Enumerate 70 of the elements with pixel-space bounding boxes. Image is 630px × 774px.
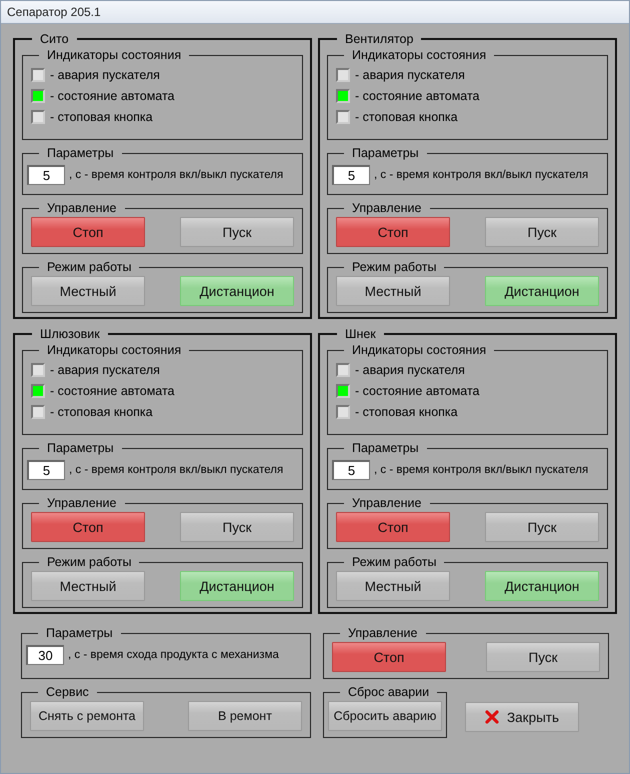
group-label: Параметры: [351, 441, 420, 455]
input-field[interactable]: 5: [332, 165, 370, 185]
group-label: Управление: [46, 496, 118, 510]
unit-title: Сито: [39, 32, 70, 46]
group-label: Сброс аварии: [347, 685, 430, 699]
unit-title: Шлюзовик: [39, 327, 101, 341]
indicator-label: - состояние автомата: [355, 384, 480, 398]
service-button[interactable]: В ремонт: [188, 701, 302, 731]
indicator-label: - состояние автомата: [355, 88, 480, 102]
group-label: Параметры: [351, 146, 420, 160]
indicator-label: - авария пускателя: [355, 68, 465, 82]
group-label: Сервис: [45, 685, 90, 699]
stop-button[interactable]: Стоп: [31, 512, 145, 542]
stop-button[interactable]: Стоп: [332, 642, 446, 672]
indicator-label: - стоповая кнопка: [355, 404, 458, 418]
parameter-label: , с - время схода продукта с механизма: [68, 649, 279, 661]
input-field[interactable]: 5: [27, 165, 65, 185]
indicator-label: - стоповая кнопка: [355, 110, 458, 124]
stop-button[interactable]: Стоп: [336, 217, 450, 247]
mode-button[interactable]: Местный: [336, 571, 450, 601]
indicator-label: - состояние автомата: [50, 88, 175, 102]
input-field[interactable]: 30: [26, 645, 64, 665]
group-label: Режим работы: [351, 260, 438, 274]
indicator-label: - состояние автомата: [50, 384, 175, 398]
close-button[interactable]: Закрыть: [465, 702, 579, 732]
service-button[interactable]: Снять с ремонта: [30, 701, 144, 731]
group-label: Параметры: [45, 626, 114, 640]
group-label: Управление: [347, 626, 418, 640]
group-label: Параметры: [46, 441, 115, 455]
group-label: Индикаторы состояния: [46, 343, 182, 357]
group-label: Управление: [351, 201, 422, 215]
stop-button[interactable]: Стоп: [31, 217, 145, 247]
start-button[interactable]: Пуск: [486, 642, 600, 672]
parameter-label: , с - время контроля вкл/выкл пускателя: [69, 464, 284, 476]
group-label: Параметры: [46, 146, 115, 160]
close-icon: [485, 710, 499, 724]
indicator-label: - авария пускателя: [50, 362, 160, 376]
mode-button[interactable]: Местный: [31, 571, 145, 601]
reset-button[interactable]: Сбросить аварию: [328, 701, 442, 731]
mode-button[interactable]: Дистанцион: [485, 571, 599, 601]
mode-button[interactable]: Дистанцион: [180, 571, 294, 601]
parameter-label: , с - время контроля вкл/выкл пускателя: [69, 169, 284, 181]
input-field[interactable]: 5: [332, 460, 370, 480]
indicator-label: - авария пускателя: [50, 68, 160, 82]
mode-button[interactable]: Дистанцион: [180, 276, 294, 306]
mode-button[interactable]: Местный: [336, 276, 450, 306]
unit-title: Вентилятор: [344, 32, 414, 46]
group-label: Индикаторы состояния: [351, 343, 488, 357]
start-button[interactable]: Пуск: [485, 512, 599, 542]
group-label: Управление: [351, 496, 422, 510]
parameter-label: , с - время контроля вкл/выкл пускателя: [374, 169, 588, 181]
group-label: Режим работы: [351, 555, 438, 569]
parameter-label: , с - время контроля вкл/выкл пускателя: [374, 464, 588, 476]
mode-button[interactable]: Местный: [31, 276, 145, 306]
input-field[interactable]: 5: [27, 460, 65, 480]
indicator-label: - стоповая кнопка: [50, 110, 153, 124]
group-label: Режим работы: [46, 555, 132, 569]
group-label: Индикаторы состояния: [46, 48, 182, 62]
indicator-label: - авария пускателя: [355, 362, 465, 376]
group-label: Режим работы: [46, 260, 132, 274]
unit-title: Шнек: [344, 327, 377, 341]
stop-button[interactable]: Стоп: [336, 512, 450, 542]
group-label: Управление: [46, 201, 118, 215]
start-button[interactable]: Пуск: [180, 217, 294, 247]
window-title: Сепаратор 205.1: [7, 5, 101, 19]
indicator-label: - стоповая кнопка: [50, 404, 153, 418]
group-label: Индикаторы состояния: [351, 48, 488, 62]
start-button[interactable]: Пуск: [180, 512, 294, 542]
mode-button[interactable]: Дистанцион: [485, 276, 599, 306]
start-button[interactable]: Пуск: [485, 217, 599, 247]
